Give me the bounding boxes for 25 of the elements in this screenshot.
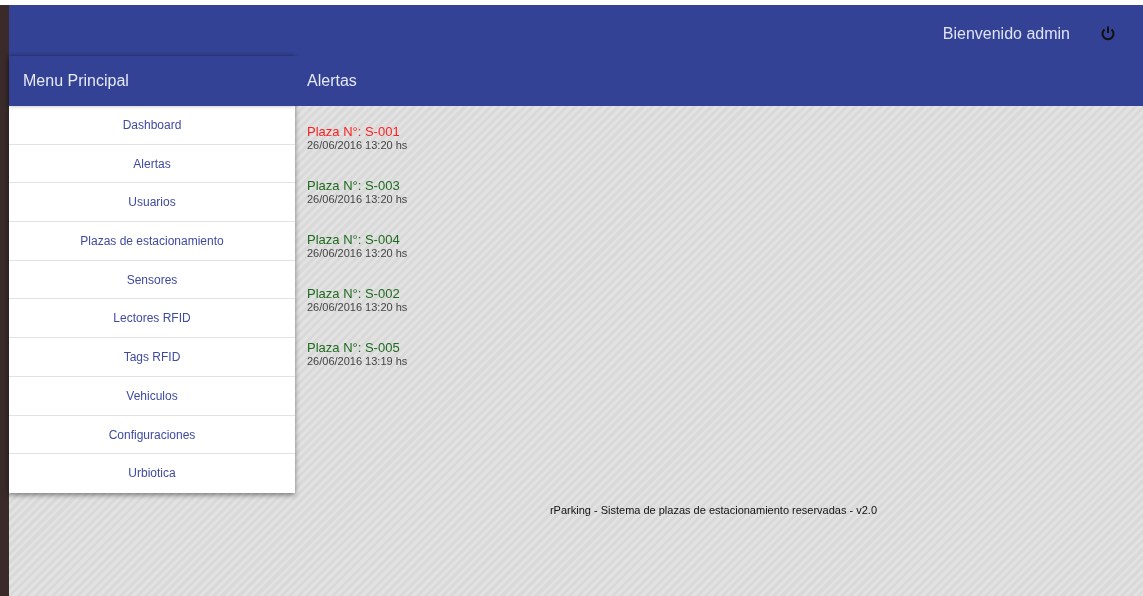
sidebar-item[interactable]: Alertas	[9, 144, 295, 184]
alert-time: 26/06/2016 13:20 hs	[307, 193, 408, 206]
sidebar-item[interactable]: Dashboard	[9, 106, 295, 145]
power-icon[interactable]	[1100, 25, 1116, 41]
alert-time: 26/06/2016 13:20 hs	[307, 139, 408, 152]
welcome-text: Bienvenido admin	[942, 24, 1070, 44]
sidebar-item[interactable]: Configuraciones	[9, 415, 295, 455]
alert-title: Plaza N°: S-003	[307, 178, 401, 193]
sidebar-item[interactable]: Plazas de estacionamiento	[9, 222, 295, 261]
alert-title: Plaza N°: S-001	[307, 124, 401, 139]
alert-time: 26/06/2016 13:20 hs	[307, 247, 408, 260]
alert-title: Plaza N°: S-004	[307, 232, 401, 247]
sidebar-item[interactable]: Lectores RFID	[9, 299, 295, 339]
sidebar-item[interactable]: Sensores	[9, 260, 295, 300]
page-title: Alertas	[307, 71, 357, 91]
sidebar-item[interactable]: Vehiculos	[9, 376, 295, 416]
sidebar-item[interactable]: Urbiotica	[9, 454, 295, 493]
alert-title: Plaza N°: S-002	[307, 286, 401, 301]
alert-time: 26/06/2016 13:19 hs	[307, 355, 408, 368]
sidebar-title: Menu Principal	[23, 71, 129, 91]
sidebar-item[interactable]: Tags RFID	[9, 338, 295, 377]
alert-time: 26/06/2016 13:20 hs	[307, 301, 408, 314]
footer-text: rParking - Sistema de plazas de estacionamiento reservadas - v2.0	[549, 503, 878, 518]
sidebar-item[interactable]: Usuarios	[9, 183, 295, 223]
alert-title: Plaza N°: S-005	[307, 340, 401, 355]
